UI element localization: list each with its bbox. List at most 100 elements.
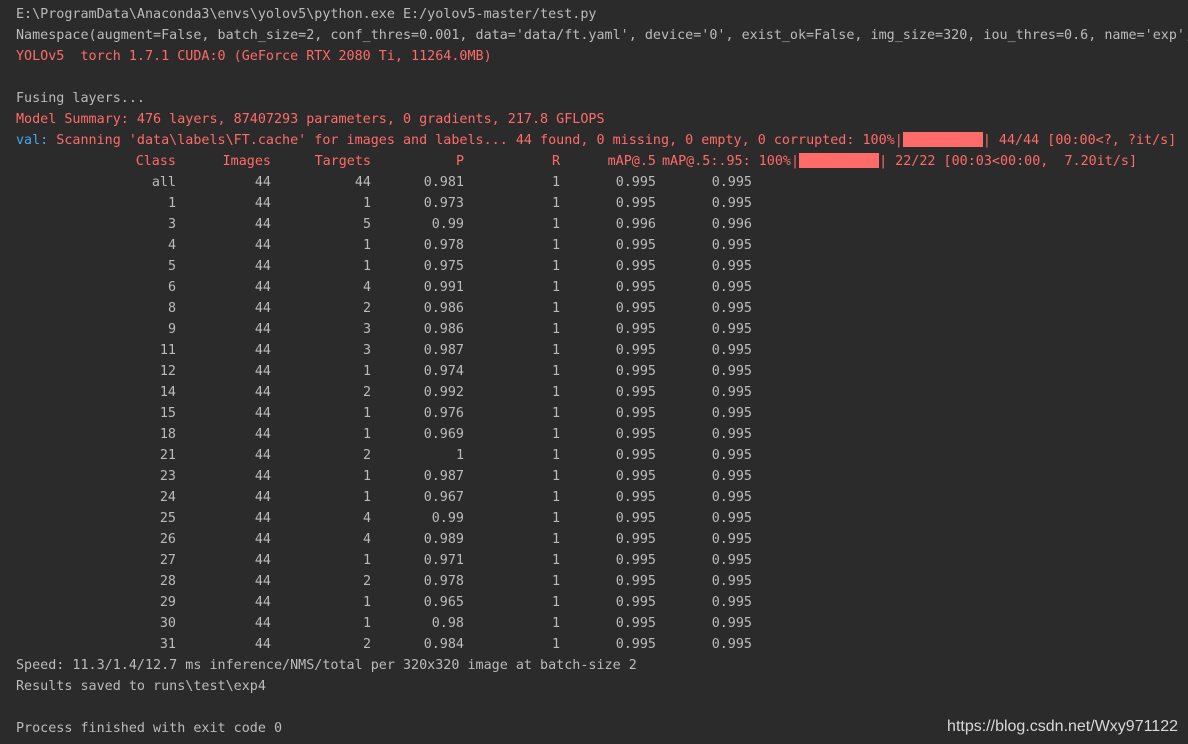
header-map595: mAP@.5:.95: 100%| <box>662 154 800 169</box>
cell-images: 44 <box>254 427 271 442</box>
cell-targets: 1 <box>362 196 371 211</box>
cell-images: 44 <box>254 364 271 379</box>
cell-images: 44 <box>254 343 271 358</box>
cell-targets: 1 <box>362 427 371 442</box>
cell-class: 3 <box>167 217 176 232</box>
table-row: 8 44 2 0.986 1 0.995 0.995 <box>16 298 1188 319</box>
cell-map595: 0.995 <box>711 595 752 610</box>
run-console[interactable]: E:\ProgramData\Anaconda3\envs\yolov5\pyt… <box>16 4 1188 739</box>
cell-map595: 0.995 <box>711 301 752 316</box>
cell-targets: 1 <box>362 469 371 484</box>
cell-p: 0.971 <box>423 553 464 568</box>
cell-map595: 0.996 <box>711 217 752 232</box>
cell-images: 44 <box>254 259 271 274</box>
cell-class: 18 <box>159 427 176 442</box>
cell-r: 1 <box>551 175 560 190</box>
cell-p: 0.976 <box>423 406 464 421</box>
cell-map50: 0.995 <box>615 616 656 631</box>
header-p: P <box>455 154 464 169</box>
cell-map50: 0.995 <box>615 553 656 568</box>
cell-images: 44 <box>254 301 271 316</box>
cell-map50: 0.995 <box>615 532 656 547</box>
cell-class: 9 <box>167 322 176 337</box>
cell-p: 0.965 <box>423 595 464 610</box>
cell-map50: 0.995 <box>615 595 656 610</box>
cell-images: 44 <box>254 280 271 295</box>
cell-map595: 0.995 <box>711 511 752 526</box>
cell-p: 0.978 <box>423 574 464 589</box>
cell-targets: 44 <box>354 175 371 190</box>
cell-p: 0.992 <box>423 385 464 400</box>
cell-p: 0.984 <box>423 637 464 652</box>
header-class: Class <box>135 154 176 169</box>
cell-map595: 0.995 <box>711 175 752 190</box>
table-header: Class Images Targets P RmAP@.5 mAP@.5:.95: 10… <box>16 151 1188 172</box>
cell-class: 5 <box>167 259 176 274</box>
table-row: 30 44 1 0.98 1 0.995 0.995 <box>16 613 1188 634</box>
cell-class: all <box>151 175 176 190</box>
cell-map50: 0.995 <box>615 196 656 211</box>
cell-map595: 0.995 <box>711 574 752 589</box>
cell-targets: 2 <box>362 637 371 652</box>
cell-class: 30 <box>159 616 176 631</box>
cell-map50: 0.995 <box>615 343 656 358</box>
cell-r: 1 <box>551 553 560 568</box>
cell-r: 1 <box>551 301 560 316</box>
table-row: 28 44 2 0.978 1 0.995 0.995 <box>16 571 1188 592</box>
table-row: 21 44 2 1 1 0.995 0.995 <box>16 445 1188 466</box>
cell-r: 1 <box>551 448 560 463</box>
namespace-line: Namespace(augment=False, batch_size=2, c… <box>16 28 1188 43</box>
model-summary-line: Model Summary: 476 layers, 87407293 para… <box>16 112 605 127</box>
cell-map595: 0.995 <box>711 238 752 253</box>
cell-map595: 0.995 <box>711 364 752 379</box>
cell-p: 0.989 <box>423 532 464 547</box>
cell-class: 25 <box>159 511 176 526</box>
table-row: 31 44 2 0.984 1 0.995 0.995 <box>16 634 1188 655</box>
table-row: 9 44 3 0.986 1 0.995 0.995 <box>16 319 1188 340</box>
table-row: 11 44 3 0.987 1 0.995 0.995 <box>16 340 1188 361</box>
cell-map595: 0.995 <box>711 616 752 631</box>
cell-map50: 0.995 <box>615 301 656 316</box>
cell-targets: 3 <box>362 322 371 337</box>
results-table: all 44 44 0.981 1 0.995 0.995 1 44 1 0.973 1 0.995 0.… <box>16 172 1188 655</box>
cell-images: 44 <box>254 196 271 211</box>
table-row: all 44 44 0.981 1 0.995 0.995 <box>16 172 1188 193</box>
speed-line: Speed: 11.3/1.4/12.7 ms inference/NMS/to… <box>16 658 637 673</box>
cell-map595: 0.995 <box>711 280 752 295</box>
cell-r: 1 <box>551 385 560 400</box>
cell-targets: 1 <box>362 406 371 421</box>
cell-images: 44 <box>254 511 271 526</box>
table-row: 12 44 1 0.974 1 0.995 0.995 <box>16 361 1188 382</box>
cell-class: 1 <box>167 196 176 211</box>
val-scan-line: val: Scanning 'data\labels\FT.cache' for… <box>16 130 1188 151</box>
cell-targets: 2 <box>362 574 371 589</box>
cell-p: 0.973 <box>423 196 464 211</box>
cell-images: 44 <box>254 217 271 232</box>
cell-targets: 1 <box>362 616 371 631</box>
cell-targets: 1 <box>362 553 371 568</box>
cell-r: 1 <box>551 259 560 274</box>
table-row: 14 44 2 0.992 1 0.995 0.995 <box>16 382 1188 403</box>
table-row: 25 44 4 0.99 1 0.995 0.995 <box>16 508 1188 529</box>
cell-targets: 1 <box>362 595 371 610</box>
table-row: 6 44 4 0.991 1 0.995 0.995 <box>16 277 1188 298</box>
table-row: 24 44 1 0.967 1 0.995 0.995 <box>16 487 1188 508</box>
cell-map50: 0.996 <box>615 217 656 232</box>
cell-r: 1 <box>551 280 560 295</box>
env-line: YOLOv5 torch 1.7.1 CUDA:0 (GeForce RTX 2… <box>16 49 492 64</box>
table-row: 4 44 1 0.978 1 0.995 0.995 <box>16 235 1188 256</box>
cell-class: 29 <box>159 595 176 610</box>
table-row: 1 44 1 0.973 1 0.995 0.995 <box>16 193 1188 214</box>
cell-targets: 1 <box>362 259 371 274</box>
cell-targets: 4 <box>362 280 371 295</box>
cell-map50: 0.995 <box>615 469 656 484</box>
cell-p: 0.986 <box>423 322 464 337</box>
cell-class: 4 <box>167 238 176 253</box>
cell-class: 11 <box>159 343 176 358</box>
cell-targets: 3 <box>362 343 371 358</box>
cell-p: 0.99 <box>431 217 464 232</box>
cell-map595: 0.995 <box>711 448 752 463</box>
cell-class: 8 <box>167 301 176 316</box>
cell-targets: 2 <box>362 301 371 316</box>
cell-images: 44 <box>254 175 271 190</box>
